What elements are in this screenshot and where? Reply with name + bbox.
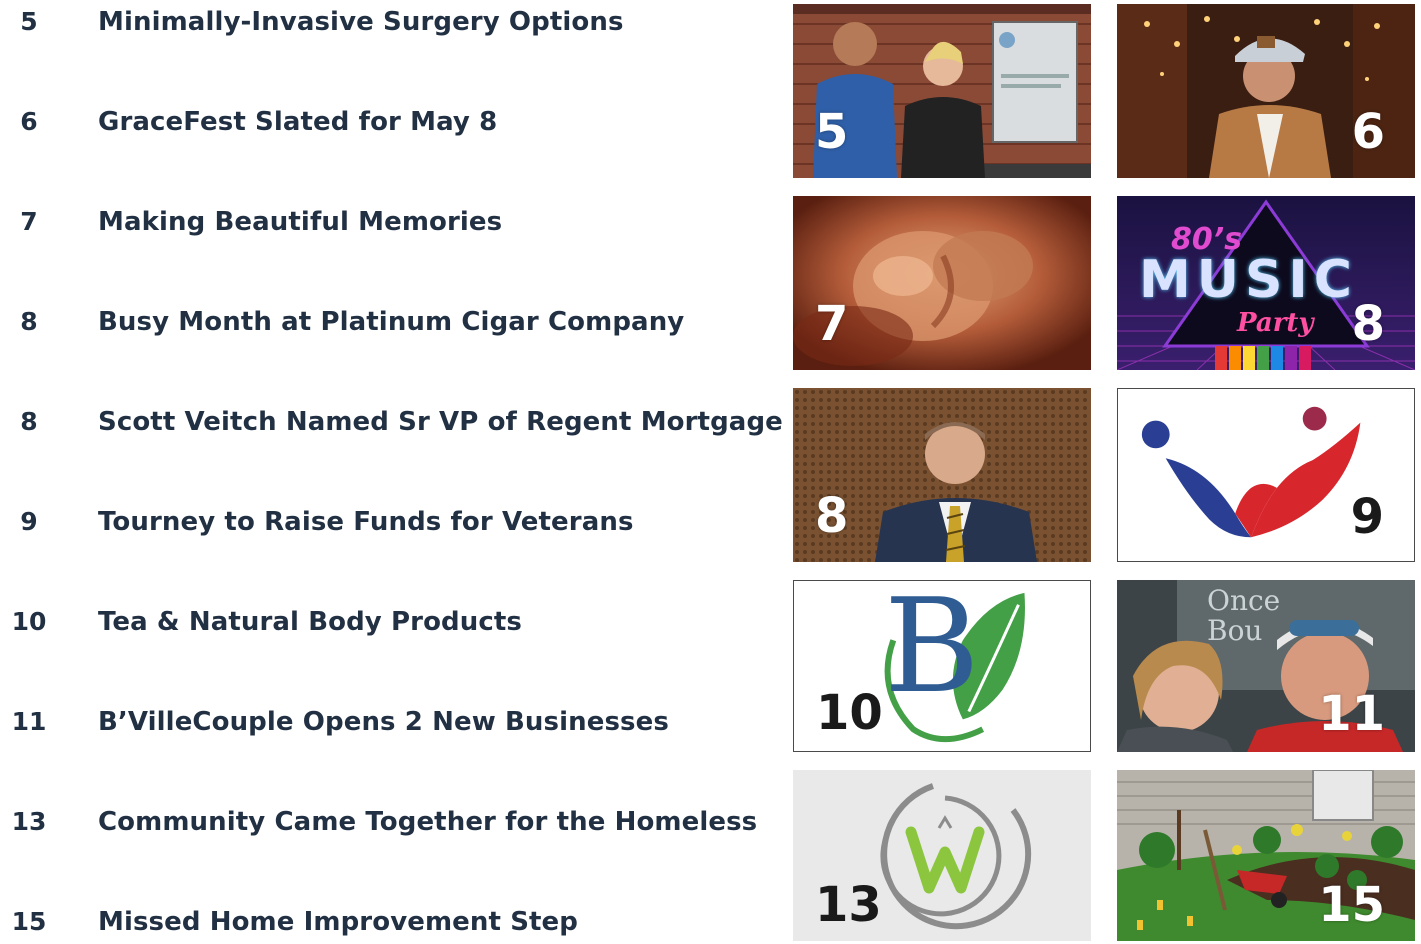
toc-page-number: 7 — [20, 207, 38, 236]
toc-page-number: 8 — [20, 307, 38, 336]
thumbnail-cigar-company[interactable]: 80’s MUSIC Party 8 — [1117, 196, 1415, 370]
toc-entry[interactable]: 11 B’VilleCouple Opens 2 New Businesses — [0, 700, 760, 744]
toc-entry[interactable]: 6 GraceFest Slated for May 8 — [0, 100, 760, 144]
toc-page-number: 8 — [20, 407, 38, 436]
toc-title: B’VilleCouple Opens 2 New Businesses — [98, 707, 669, 737]
toc-title: Community Came Together for the Homeless — [98, 807, 758, 837]
toc-entry[interactable]: 13 Community Came Together for the Homel… — [0, 800, 760, 844]
toc-page-number: 9 — [20, 507, 38, 536]
thumbnail-regent-mortgage[interactable]: 8 — [793, 388, 1091, 562]
thumbnail-number: 8 — [815, 488, 849, 544]
toc-page-number: 15 — [11, 907, 47, 936]
toc-entry[interactable]: 8 Scott Veitch Named Sr VP of Regent Mor… — [0, 400, 782, 444]
toc-page-number: 11 — [11, 707, 47, 736]
toc-title: Tea & Natural Body Products — [98, 607, 522, 637]
thumbnail-number: 10 — [816, 685, 883, 741]
toc-title: Minimally-Invasive Surgery Options — [98, 7, 624, 37]
toc-title: Tourney to Raise Funds for Veterans — [98, 507, 634, 537]
toc-entry[interactable]: 8 Busy Month at Platinum Cigar Company — [0, 300, 760, 344]
poster-text-party: Party — [1237, 308, 1314, 338]
thumbnail-number: 11 — [1318, 686, 1385, 742]
thumbnail-surgery[interactable]: 5 — [793, 4, 1091, 178]
toc-title: Busy Month at Platinum Cigar Company — [98, 307, 685, 337]
logo-letter-b: B — [884, 580, 980, 722]
thumbnail-new-businesses[interactable]: Once Bou 11 — [1117, 580, 1415, 752]
toc-page-number: 5 — [20, 7, 38, 36]
toc-page-number: 6 — [20, 107, 38, 136]
thumbnail-homeless[interactable]: 13 — [793, 770, 1091, 941]
thumbnail-number: 8 — [1351, 296, 1385, 352]
thumbnail-number: 7 — [815, 296, 849, 352]
toc-page-number: 13 — [11, 807, 47, 836]
toc-entry[interactable]: 10 Tea & Natural Body Products — [0, 600, 760, 644]
thumbnail-number: 15 — [1318, 877, 1385, 933]
thumbnail-home-improvement[interactable]: 15 — [1117, 770, 1415, 941]
thumbnail-number: 13 — [815, 877, 882, 933]
thumbnail-gracefest[interactable]: 6 — [1117, 4, 1415, 178]
thumbnail-number: 5 — [815, 104, 849, 160]
toc-title: Missed Home Improvement Step — [98, 907, 578, 937]
toc-title: Making Beautiful Memories — [98, 207, 503, 237]
toc-entry[interactable]: 15 Missed Home Improvement Step — [0, 900, 760, 944]
toc-entry[interactable]: 9 Tourney to Raise Funds for Veterans — [0, 500, 760, 544]
toc-page-number: 10 — [11, 607, 47, 636]
table-of-contents: 5 Minimally-Invasive Surgery Options 6 G… — [0, 0, 783, 944]
toc-entry[interactable]: 5 Minimally-Invasive Surgery Options — [0, 0, 760, 44]
thumbnail-tea-products[interactable]: B 10 — [793, 580, 1091, 752]
thumbnail-number: 9 — [1350, 489, 1384, 545]
toc-title: GraceFest Slated for May 8 — [98, 107, 498, 137]
thumbnail-number: 6 — [1351, 104, 1385, 160]
thumbnail-veterans-tourney[interactable]: 9 — [1117, 388, 1415, 562]
window-text: Once Bou — [1207, 584, 1281, 647]
poster-text-music: MUSIC — [1139, 250, 1358, 310]
toc-title: Scott Veitch Named Sr VP of Regent Mortg… — [98, 407, 783, 437]
toc-entry[interactable]: 7 Making Beautiful Memories — [0, 200, 760, 244]
thumbnail-memories[interactable]: 7 — [793, 196, 1091, 370]
